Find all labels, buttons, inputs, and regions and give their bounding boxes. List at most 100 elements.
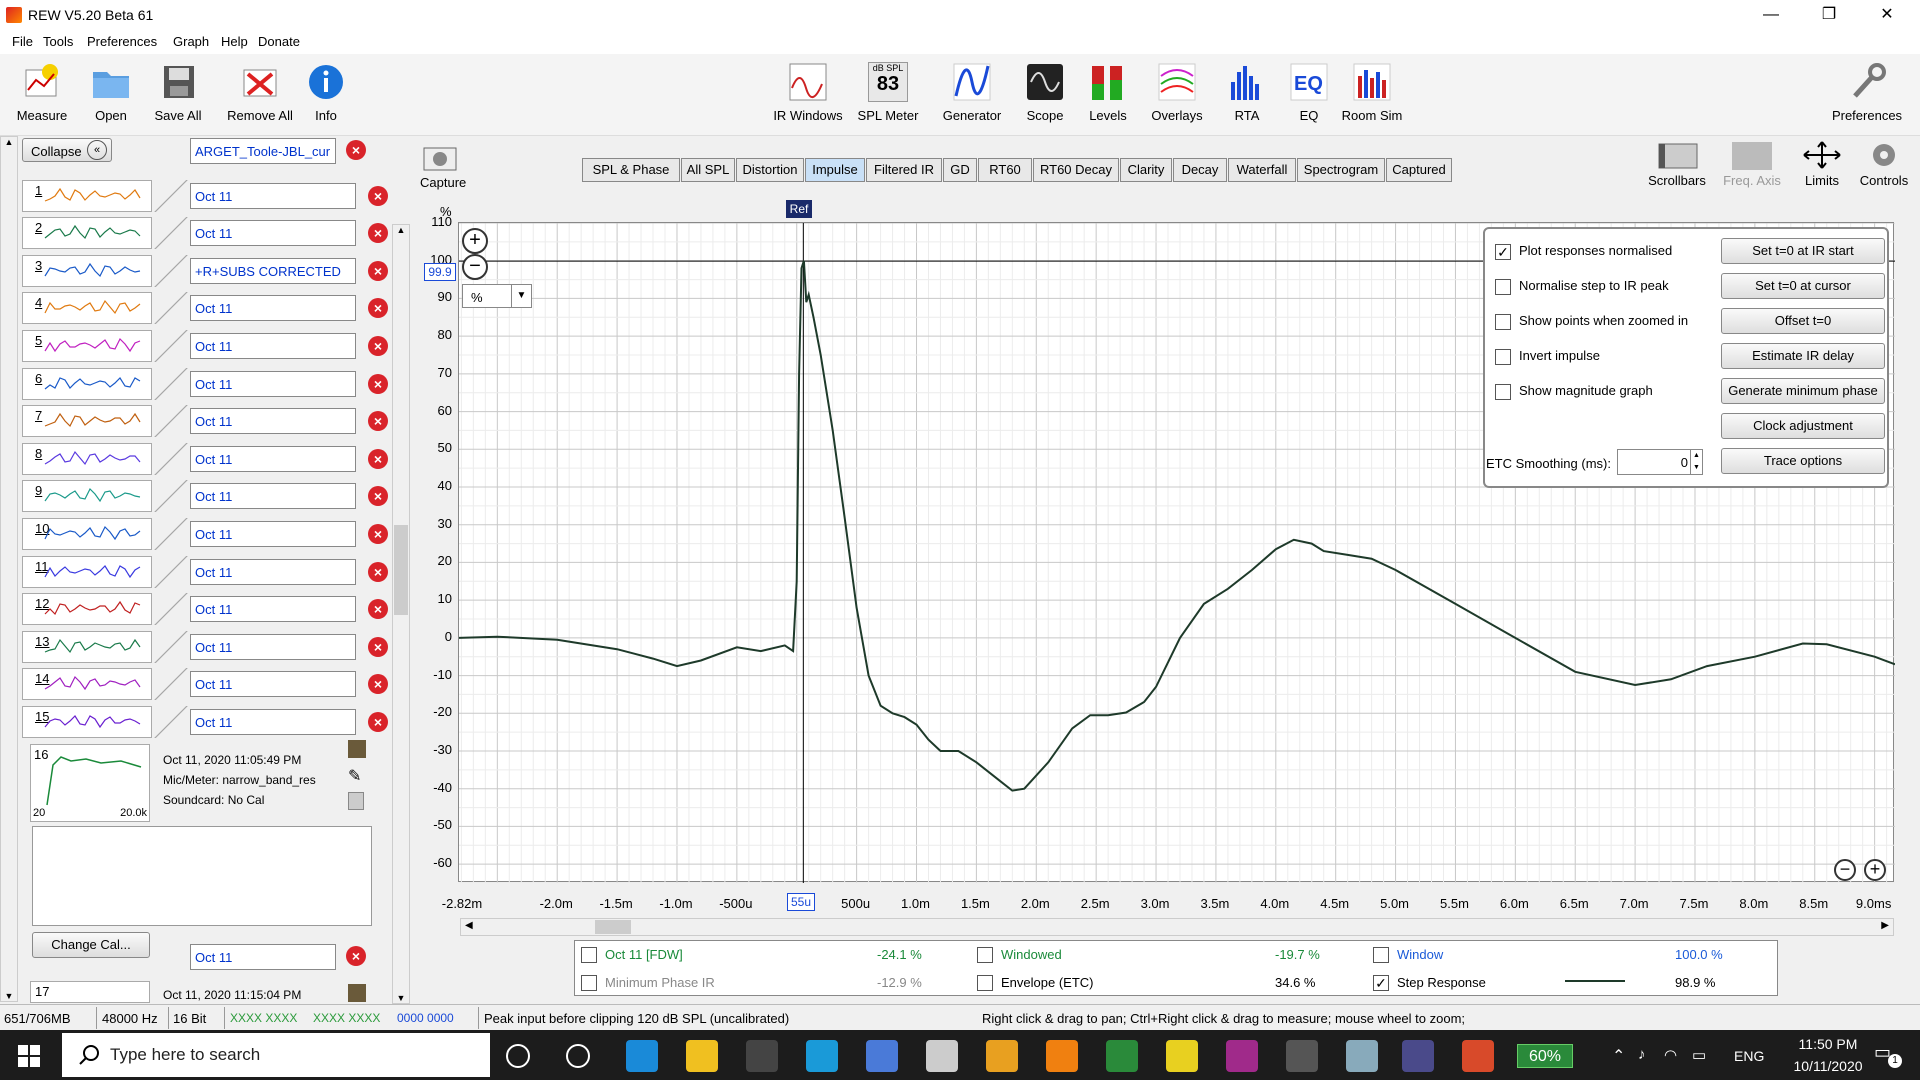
measurement-thumbnail[interactable]: 15 [22, 706, 152, 738]
measurement-slot[interactable]: 9 Oct 11 × [22, 478, 388, 514]
spl-meter-button[interactable]: dB SPL 83 SPL Meter [856, 54, 920, 134]
measurement-thumbnail[interactable]: 7 [22, 405, 152, 438]
checkbox[interactable]: ✓ [1495, 243, 1511, 260]
collapse-button[interactable]: Collapse « [22, 138, 112, 162]
tab-captured[interactable]: Captured [1386, 158, 1452, 182]
checkbox[interactable] [1495, 383, 1511, 400]
ref-marker[interactable]: Ref [786, 200, 812, 218]
option-show-magnitude-graph[interactable]: Show magnitude graph [1495, 383, 1653, 400]
measurement-name-field[interactable]: Oct 11 [190, 596, 356, 623]
task-view-icon[interactable] [566, 1044, 590, 1068]
desktop-icon[interactable] [866, 1040, 898, 1072]
measurement-name-field[interactable]: Oct 11 [190, 370, 356, 397]
tab-spl-phase[interactable]: SPL & Phase [582, 158, 680, 182]
measurement-slot[interactable]: 15 Oct 11 × [22, 704, 388, 740]
measurement-slot[interactable]: 5 Oct 11 × [22, 328, 388, 364]
chrome-icon[interactable] [986, 1040, 1018, 1072]
clock-date[interactable]: 10/11/2020 [1788, 1058, 1868, 1074]
tab-spectrogram[interactable]: Spectrogram [1297, 158, 1385, 182]
selected-measurement-thumbnail[interactable]: 16 20 20.0k [30, 744, 150, 822]
dvd-icon[interactable] [926, 1040, 958, 1072]
ir-windows-button[interactable]: IR Windows [773, 54, 843, 134]
menu-donate[interactable]: Donate [258, 34, 300, 49]
measurement-thumbnail[interactable]: 2 [22, 217, 152, 250]
controls-button[interactable]: Controls [1844, 140, 1920, 188]
measurement-name-field[interactable]: Oct 11 [190, 182, 356, 209]
tab-rt60[interactable]: RT60 [978, 158, 1032, 182]
measurement-thumbnail[interactable]: 10 [22, 518, 152, 550]
generate-minimum-phase-button[interactable]: Generate minimum phase [1721, 378, 1885, 404]
chrome-profile-icon[interactable] [1106, 1040, 1138, 1072]
remove-measurement-icon[interactable]: × [368, 373, 388, 394]
tab-clarity[interactable]: Clarity [1120, 158, 1172, 182]
measurement-slot[interactable]: 6 Oct 11 × [22, 366, 388, 402]
room-sim-button[interactable]: Room Sim [1340, 54, 1404, 134]
y-unit-select[interactable]: % ▼ [462, 284, 532, 308]
option-normalise-step-to-ir-peak[interactable]: Normalise step to IR peak [1495, 278, 1669, 295]
checkbox[interactable] [1495, 348, 1511, 365]
volume-icon[interactable]: ♪ [1638, 1046, 1646, 1063]
checkbox[interactable] [1495, 278, 1511, 295]
remove-measurement-icon[interactable]: × [368, 486, 388, 507]
menu-tools[interactable]: Tools [43, 34, 73, 49]
remove-measurement-icon[interactable]: × [368, 636, 388, 657]
measurement-thumbnail[interactable]: 11 [22, 555, 152, 588]
windows-start-icon[interactable] [18, 1045, 40, 1067]
zoom-out-icon[interactable]: − [462, 254, 488, 280]
etc-smoothing-input[interactable]: 0 ▲ ▼ [1617, 449, 1703, 475]
legend-checkbox[interactable] [977, 947, 993, 963]
tab-waterfall[interactable]: Waterfall [1228, 158, 1296, 182]
info-button[interactable]: Info [294, 54, 358, 134]
tray-chevron-icon[interactable]: ⌃ [1612, 1046, 1625, 1066]
measurement-thumbnail[interactable]: 1 [22, 179, 152, 212]
notes-icon[interactable] [348, 792, 364, 810]
measurement-thumbnail[interactable]: 12 [22, 593, 152, 626]
set-t-0-at-cursor-button[interactable]: Set t=0 at cursor [1721, 273, 1885, 299]
remove-top-measurement-icon[interactable]: × [346, 140, 366, 160]
graph-horizontal-scrollbar[interactable]: ◀ ▶ [460, 918, 1894, 936]
remove-measurement-icon[interactable]: × [368, 674, 388, 695]
save-all-button[interactable]: Save All [146, 54, 210, 134]
measurement-slot[interactable]: 2 Oct 11 × [22, 215, 388, 251]
measurement-name-field[interactable]: +R+SUBS CORRECTED [190, 257, 356, 284]
remove-slot-17-icon[interactable]: × [346, 946, 366, 966]
top-measurement-name[interactable]: ARGET_Toole-JBL_cur [190, 138, 336, 164]
option-invert-impulse[interactable]: Invert impulse [1495, 348, 1600, 365]
capture-button[interactable]: Capture [420, 142, 466, 196]
measurement-name-field[interactable]: Oct 11 [190, 333, 356, 359]
preferences-button[interactable]: Preferences [1832, 54, 1902, 134]
measurement-thumbnail[interactable]: 5 [22, 330, 152, 362]
measurement-thumbnail[interactable]: 8 [22, 442, 152, 475]
tab-decay[interactable]: Decay [1173, 158, 1227, 182]
menu-help[interactable]: Help [221, 34, 248, 49]
measurement-slot[interactable]: 11 Oct 11 × [22, 554, 388, 590]
stepper-icon[interactable]: ▲ ▼ [1690, 450, 1702, 474]
remove-measurement-icon[interactable]: × [368, 223, 388, 244]
checkbox[interactable] [1495, 313, 1511, 330]
estimate-ir-delay-button[interactable]: Estimate IR delay [1721, 343, 1885, 369]
scrollbars-button[interactable]: Scrollbars [1637, 140, 1717, 188]
slot-17-thumbnail[interactable]: 17 [30, 981, 150, 1003]
measurement-name-field[interactable]: Oct 11 [190, 295, 356, 322]
measurement-thumbnail[interactable]: 14 [22, 668, 152, 701]
measurement-slot[interactable]: 10 Oct 11 × [22, 516, 388, 552]
menu-preferences[interactable]: Preferences [87, 34, 157, 49]
measurement-slot[interactable]: 13 Oct 11 × [22, 629, 388, 665]
measurement-notes-area[interactable] [32, 826, 372, 926]
measurement-name-field[interactable]: Oct 11 [190, 483, 356, 510]
tab-rt60-decay[interactable]: RT60 Decay [1033, 158, 1119, 182]
remove-measurement-icon[interactable]: × [368, 185, 388, 206]
option-show-points-when-zoomed-in[interactable]: Show points when zoomed in [1495, 313, 1688, 330]
edit-measurement-icon[interactable]: ✎ [348, 766, 366, 785]
offset-t-0-button[interactable]: Offset t=0 [1721, 308, 1885, 334]
remove-measurement-icon[interactable]: × [368, 298, 388, 319]
save-measurement-icon[interactable] [348, 740, 366, 758]
trace-options-button[interactable]: Trace options [1721, 448, 1885, 474]
measurement-name-field[interactable]: Oct 11 [190, 408, 356, 435]
app-icon-3[interactable] [1462, 1040, 1494, 1072]
measurement-slot[interactable]: 7 Oct 11 × [22, 403, 388, 439]
x-zoom-in-icon[interactable]: + [1864, 859, 1886, 881]
clock-time[interactable]: 11:50 PM [1788, 1036, 1868, 1052]
rew-icon[interactable] [1402, 1040, 1434, 1072]
measurements-scrollbar[interactable]: ▲ ▼ [0, 136, 18, 1002]
